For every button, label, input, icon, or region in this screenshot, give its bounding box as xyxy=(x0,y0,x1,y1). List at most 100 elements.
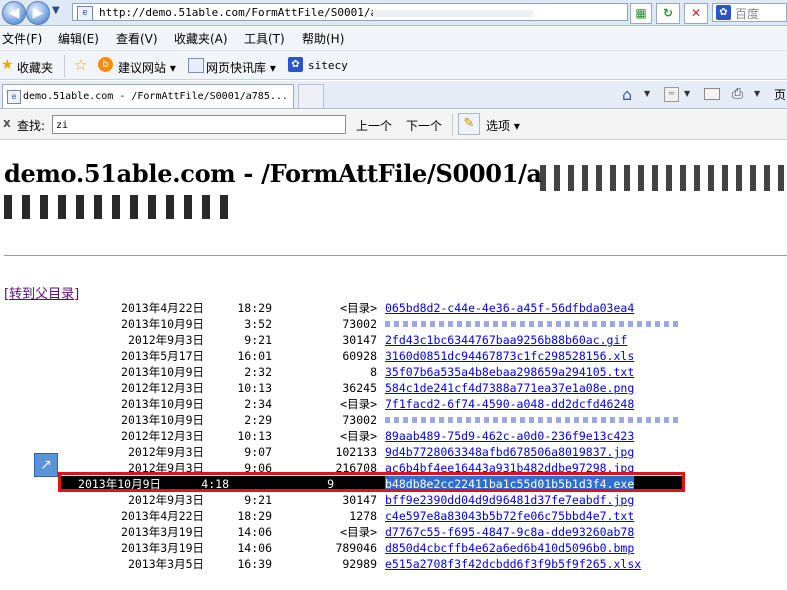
file-link[interactable]: 2fd43c1bc6344767baa9256b88b60ac.gif xyxy=(385,332,627,348)
file-date: 2013年10月9日 xyxy=(121,365,204,379)
title-obscured-segment xyxy=(540,165,787,191)
find-options-button[interactable]: 选项 ▾ xyxy=(486,117,520,134)
list-item: 2013年5月17日 16:01 60928 3160d0851dc94467873c… xyxy=(0,348,787,364)
file-link[interactable]: c4e597e8a83043b5b72fe06c75bbd4e7.txt xyxy=(385,508,634,524)
menu-file[interactable]: 文件(F) xyxy=(2,30,42,47)
menu-bar: 文件(F) 编辑(E) 查看(V) 收藏夹(A) 工具(T) 帮助(H) xyxy=(0,27,787,49)
list-item: 2012年9月3日 9:21 30147 bff9e2390dd04d9d96481d… xyxy=(0,492,787,508)
fav-sitecy[interactable]: sitecy xyxy=(308,59,348,72)
file-link-obscured[interactable] xyxy=(385,417,681,423)
file-time: 14:06 xyxy=(237,541,272,555)
menu-edit[interactable]: 编辑(E) xyxy=(58,30,99,47)
fav-suggested-sites[interactable]: 建议网站 ▾ xyxy=(118,59,176,76)
file-time: 10:13 xyxy=(237,381,272,395)
file-link[interactable]: d7767c55-f695-4847-9c8a-dde93260ab78 xyxy=(385,524,634,540)
menu-favorites[interactable]: 收藏夹(A) xyxy=(174,30,228,47)
list-item: 2013年10月9日 2:29 73002 xyxy=(0,412,787,428)
tab-title: demo.51able.com - /FormAttFile/S0001/a78… xyxy=(23,91,288,102)
url-input[interactable]: e http://demo.51able.com/FormAttFile/S00… xyxy=(72,3,628,21)
page-content: demo.51able.com - /FormAttFile/S0001/a [… xyxy=(0,141,787,590)
file-date: 2012年9月3日 xyxy=(127,333,204,347)
file-date: 2013年3月5日 xyxy=(127,557,204,571)
address-bar-row: ◀ ▶ ▼ e http://demo.51able.com/FormAttFi… xyxy=(0,0,787,26)
feeds-icon[interactable]: ≈ xyxy=(664,87,679,102)
print-dropdown[interactable]: ▼ xyxy=(754,89,760,98)
file-size: <目录> xyxy=(340,429,377,443)
fav-web-slice-gallery[interactable]: 网页快讯库 ▾ xyxy=(206,59,276,76)
favorites-button[interactable]: 收藏夹 xyxy=(17,59,53,76)
divider xyxy=(64,55,65,77)
list-item: 2013年4月22日 18:29 <目录> 065bd8d2-c44e-4e36-a4… xyxy=(0,300,787,316)
file-link-obscured[interactable] xyxy=(385,321,681,327)
file-date: 2012年12月3日 xyxy=(121,381,204,395)
file-time: 3:52 xyxy=(244,317,272,331)
file-link[interactable]: bff9e2390dd04d9d96481d37fe7eabdf.jpg xyxy=(385,492,634,508)
file-link[interactable]: e515a2708f3f42dcbdd6f3f9b5f9f265.xlsx xyxy=(385,556,641,572)
file-size: 102133 xyxy=(335,445,377,459)
file-size: <目录> xyxy=(340,301,377,315)
tab-current[interactable]: e demo.51able.com - /FormAttFile/S0001/a… xyxy=(2,84,294,108)
file-date: 2012年12月3日 xyxy=(121,429,204,443)
file-date: 2012年9月3日 xyxy=(127,445,204,459)
menu-tools[interactable]: 工具(T) xyxy=(244,30,285,47)
page-menu[interactable]: 页 xyxy=(774,86,786,103)
feeds-dropdown[interactable]: ▼ xyxy=(684,89,690,98)
find-prev-button[interactable]: 上一个 xyxy=(356,117,392,134)
file-link[interactable]: 584c1de241cf4d7388a771ea37e1a08e.png xyxy=(385,380,634,396)
list-item: 2013年4月22日 18:29 1278 c4e597e8a83043b5b72fe… xyxy=(0,508,787,524)
file-size: 36245 xyxy=(342,381,377,395)
file-date: 2013年4月22日 xyxy=(121,509,204,523)
file-date: 2013年10月9日 xyxy=(121,413,204,427)
favorites-bar: ★ 收藏夹 ☆ b 建议网站 ▾ 网页快讯库 ▾ ✿ sitecy xyxy=(0,50,787,80)
list-item: 2013年3月19日 14:06 <目录> d7767c55-f695-4847-9c… xyxy=(0,524,787,540)
file-date: 2013年3月19日 xyxy=(121,541,204,555)
file-size: 60928 xyxy=(342,349,377,363)
file-date: 2013年3月19日 xyxy=(121,525,204,539)
forward-button[interactable]: ▶ xyxy=(26,1,50,25)
file-link[interactable]: 065bd8d2-c44e-4e36-a45f-56dfbda03ea4 xyxy=(385,300,634,316)
divider xyxy=(4,255,787,256)
find-label: 查找: xyxy=(17,119,46,133)
search-box[interactable]: ✿ 百度 xyxy=(712,3,787,22)
file-date: 2013年10月9日 xyxy=(121,397,204,411)
file-link[interactable]: 35f07b6a535a4b8ebaa298659a294105.txt xyxy=(385,364,634,380)
file-link[interactable]: d850d4cbcffb4e62a6ed6b410d5096b0.bmp xyxy=(385,540,634,556)
stop-icon[interactable]: ✕ xyxy=(684,3,708,24)
title-obscured-line2 xyxy=(4,195,234,219)
add-favorite-icon[interactable]: ☆ xyxy=(74,56,87,74)
find-close-button[interactable]: x xyxy=(3,116,11,130)
menu-view[interactable]: 查看(V) xyxy=(116,30,158,47)
highlight-pen-icon[interactable]: ✎ xyxy=(458,113,480,135)
file-link[interactable]: 9d4b7728063348afbd678506a8019837.jpg xyxy=(385,444,634,460)
file-time: 16:39 xyxy=(237,557,272,571)
find-next-button[interactable]: 下一个 xyxy=(406,117,442,134)
file-time: 10:13 xyxy=(237,429,272,443)
file-link[interactable]: 89aab489-75d9-462c-a0d0-236f9e13c423 xyxy=(385,428,634,444)
new-tab-button[interactable] xyxy=(298,84,324,108)
file-link[interactable]: 3160d0851dc94467873c1fc298528156.xls xyxy=(385,348,634,364)
file-time: 16:01 xyxy=(237,349,272,363)
web-slice-icon xyxy=(188,58,204,73)
tab-page-icon: e xyxy=(7,90,21,104)
file-time: 14:06 xyxy=(237,525,272,539)
file-date: 2012年9月3日 xyxy=(127,493,204,507)
menu-help[interactable]: 帮助(H) xyxy=(302,30,344,47)
refresh-icon[interactable]: ↻ xyxy=(656,3,680,24)
compat-view-icon[interactable]: ▦ xyxy=(630,3,652,24)
file-time: 9:21 xyxy=(244,493,272,507)
file-time: 18:29 xyxy=(237,301,272,315)
home-dropdown[interactable]: ▼ xyxy=(644,89,650,98)
divider xyxy=(452,114,453,136)
file-size: 30147 xyxy=(342,333,377,347)
history-dropdown-button[interactable]: ▼ xyxy=(52,5,60,16)
file-size: 789046 xyxy=(335,541,377,555)
file-time: 2:32 xyxy=(244,365,272,379)
mail-icon[interactable] xyxy=(704,88,720,100)
back-button[interactable]: ◀ xyxy=(2,1,26,25)
home-icon[interactable]: ⌂ xyxy=(622,85,632,104)
file-link[interactable]: 7f1facd2-6f74-4590-a048-dd2dcfd46248 xyxy=(385,396,634,412)
print-icon[interactable]: ⎙ xyxy=(732,86,743,102)
find-input[interactable]: zi xyxy=(52,115,346,134)
search-placeholder: 百度 xyxy=(735,7,760,21)
url-smudge xyxy=(373,10,533,17)
